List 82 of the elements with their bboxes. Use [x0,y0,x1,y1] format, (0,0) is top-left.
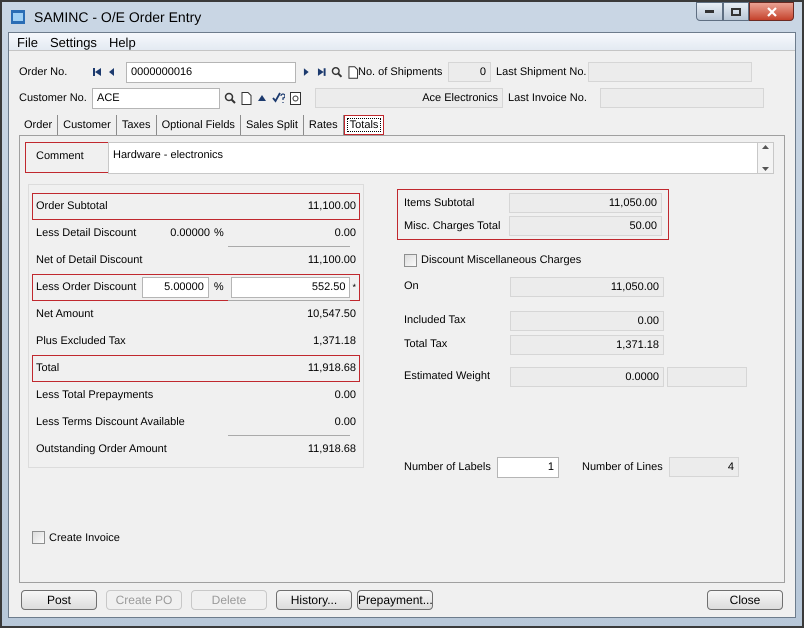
window-title: SAMINC - O/E Order Entry [34,8,202,27]
field-label: Number of Labels [404,460,492,475]
maximize-button[interactable] [723,2,749,21]
up-arrow-icon[interactable] [257,93,267,103]
total-label: Plus Excluded Tax [36,334,127,350]
amount-field[interactable]: 552.50 [230,277,350,298]
check-question-icon[interactable] [272,92,285,104]
tab[interactable]: Totals [344,115,384,135]
close-icon [766,6,776,16]
amount-value: 11,918.68 [306,442,356,458]
amount-value: 11,100.00 [306,253,356,268]
amount-value: 0.00 [334,415,356,430]
last-record-icon[interactable] [316,67,326,77]
field-label: Total Tax [404,337,448,352]
document-icon[interactable] [348,66,358,78]
percent-sign: % [212,280,225,296]
percent-value: 0.00000 [169,226,210,242]
amount-value: 0.00 [334,388,356,404]
customer-name-field: Ace Electronics [315,88,503,108]
field-label: Last Shipment No. [496,64,588,80]
menu-item[interactable]: File [17,33,38,50]
field-label: Order No. [19,64,68,80]
summary-field: 50.00 [509,216,662,236]
card-icon[interactable] [290,92,301,104]
checkbox[interactable] [404,254,417,267]
order-number-field[interactable]: 0000000016 [126,62,296,82]
shipments-field: 0 [448,62,491,82]
total-label: Net of Detail Discount [36,253,142,268]
amount-value: 0.00 [334,226,356,242]
checkbox-label: Discount Miscellaneous Charges [421,253,582,268]
first-record-icon[interactable] [92,67,102,77]
field-label: Included Tax [404,313,467,328]
total-label: Less Order Discount [36,280,138,296]
total-label: Less Detail Discount [36,226,138,242]
total-label: Total [36,361,60,376]
dialog-button[interactable]: Close [707,590,783,610]
value-field: 0.00 [510,310,664,330]
menu-item[interactable]: Settings [50,33,97,50]
value-field: 11,050.00 [510,276,664,296]
amount-value: 11,918.68 [306,361,356,376]
field-label: Misc. Charges Total [404,218,502,234]
field-label: On [404,279,420,294]
search-icon[interactable] [224,92,236,104]
dialog-button[interactable]: Prepayment... [357,590,433,610]
search-icon[interactable] [331,66,342,78]
scroll-up-icon[interactable] [762,145,769,149]
labels-field[interactable]: 1 [497,456,559,478]
dialog-button[interactable]: History... [276,590,352,610]
percent-field[interactable]: 5.00000 [142,277,209,298]
field-label: Last Invoice No. [508,90,588,106]
total-label: Less Total Prepayments [36,388,154,404]
amount-value: 10,547.50 [306,307,356,322]
field-label: Estimated Weight [404,369,492,384]
summary-field: 11,050.00 [509,193,662,213]
amount-value: 11,100.00 [306,199,356,214]
value-field: 0.0000 [510,366,664,386]
document-icon[interactable] [241,92,252,104]
checkbox[interactable] [32,531,45,544]
field-label: Items Subtotal [404,196,476,211]
asterisk: * [352,280,356,294]
field-label: No. of Shipments [358,64,444,80]
checkbox-label: Create Invoice [49,530,120,546]
value-field: 1,371.18 [510,334,664,354]
lines-field: 4 [669,457,739,477]
menu-item[interactable]: Help [108,33,136,50]
percent-sign: % [213,226,225,242]
comment-field[interactable]: Hardware - electronics [108,142,758,174]
close-window-button[interactable] [749,2,794,21]
total-label: Order Subtotal [36,199,109,214]
amount-value: 1,371.18 [312,334,356,350]
total-label: Less Terms Discount Available [36,415,185,430]
dialog-button[interactable]: Post [21,590,97,610]
minimize-button[interactable] [696,2,723,21]
field-label: Customer No. [19,90,88,106]
field-label: Comment [36,149,85,164]
total-label: Net Amount [36,307,94,322]
customer-number-field[interactable]: ACE [92,88,220,108]
scroll-down-icon[interactable] [762,167,769,171]
app-icon [10,9,26,25]
scrollbar[interactable] [758,142,774,174]
total-label: Outstanding Order Amount [36,442,167,458]
field-label: Number of Lines [582,460,664,475]
